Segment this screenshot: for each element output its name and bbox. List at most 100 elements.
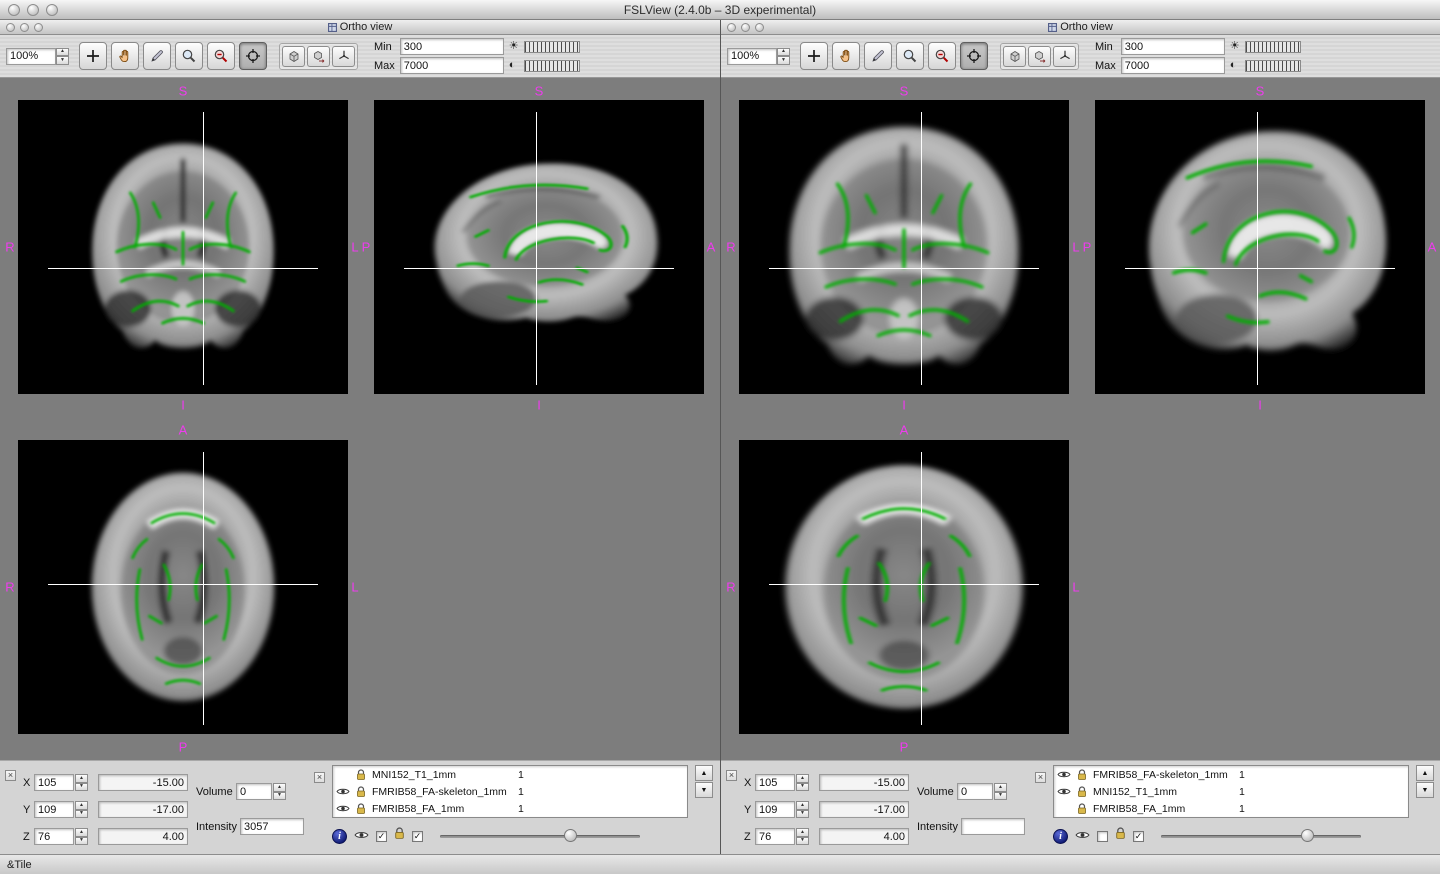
layer-row[interactable]: MNI152_T1_1mm 1 <box>333 766 687 783</box>
layer-row[interactable]: FMRIB58_FA-skeleton_1mm 1 <box>333 783 687 800</box>
lightbox-view-button[interactable] <box>307 46 330 67</box>
spin-down-icon[interactable]: ▼ <box>796 783 809 792</box>
spin-down-icon[interactable]: ▼ <box>75 810 88 819</box>
single-view-button[interactable] <box>1003 46 1026 67</box>
transparency-slider[interactable] <box>1161 828 1361 844</box>
intensity-field[interactable] <box>961 818 1025 835</box>
z-input[interactable] <box>755 828 795 845</box>
pencil-tool-button[interactable] <box>864 42 892 70</box>
spin-down-icon[interactable]: ▼ <box>994 792 1007 801</box>
spin-up-icon[interactable]: ▲ <box>777 48 790 57</box>
close-icon[interactable] <box>6 23 15 32</box>
lock-icon[interactable] <box>1115 827 1126 845</box>
layer-up-button[interactable]: ▲ <box>695 765 713 781</box>
eye-icon[interactable] <box>1057 787 1071 796</box>
lock-icon[interactable] <box>354 803 368 815</box>
spin-down-icon[interactable]: ▼ <box>796 837 809 846</box>
sagittal-view[interactable] <box>1095 100 1425 394</box>
spin-up-icon[interactable]: ▲ <box>75 828 88 837</box>
y-input[interactable] <box>755 801 795 818</box>
crosshair-mode-button[interactable] <box>960 42 988 70</box>
close-icon[interactable] <box>8 4 20 16</box>
x-mm-field[interactable] <box>98 774 188 791</box>
zoom-input[interactable] <box>727 48 777 65</box>
close-icon[interactable]: × <box>1035 772 1046 783</box>
layer-down-button[interactable]: ▼ <box>1416 782 1434 798</box>
close-icon[interactable]: × <box>726 770 737 781</box>
volume-input[interactable] <box>957 783 993 800</box>
single-view-button[interactable] <box>282 46 305 67</box>
transparency-slider[interactable] <box>440 828 640 844</box>
contrast-slider[interactable] <box>1245 60 1301 72</box>
sagittal-view[interactable] <box>374 100 704 394</box>
layer-row[interactable]: MNI152_T1_1mm 1 <box>1054 783 1408 800</box>
layer-up-button[interactable]: ▲ <box>1416 765 1434 781</box>
brightness-slider[interactable] <box>524 41 580 53</box>
layer-row[interactable]: FMRIB58_FA-skeleton_1mm 1 <box>1054 766 1408 783</box>
layer-row[interactable]: FMRIB58_FA_1mm 1 <box>1054 800 1408 817</box>
ortho-titlebar[interactable]: Ortho view <box>721 20 1440 35</box>
eye-icon[interactable] <box>1075 827 1090 845</box>
min-input[interactable] <box>400 38 504 55</box>
3d-view-button[interactable] <box>332 46 355 67</box>
lock-icon[interactable] <box>1075 786 1089 798</box>
slider-thumb[interactable] <box>564 829 577 842</box>
minimize-icon[interactable] <box>741 23 750 32</box>
ortho-titlebar[interactable]: Ortho view <box>0 20 720 35</box>
visibility-checkbox[interactable]: ✓ <box>1097 831 1108 842</box>
spin-up-icon[interactable]: ▲ <box>796 801 809 810</box>
y-input[interactable] <box>34 801 74 818</box>
eye-icon[interactable] <box>336 804 350 813</box>
cursor-tool-button[interactable] <box>800 42 828 70</box>
lock-icon[interactable] <box>354 786 368 798</box>
pan-tool-button[interactable] <box>832 42 860 70</box>
crosshair-mode-button[interactable] <box>239 42 267 70</box>
eye-icon[interactable] <box>1057 770 1071 779</box>
y-mm-field[interactable] <box>819 801 909 818</box>
overlay-list[interactable]: MNI152_T1_1mm 1 FMRIB58_FA-skeleton_1mm … <box>332 765 688 818</box>
close-icon[interactable]: × <box>5 770 16 781</box>
coronal-view[interactable] <box>18 100 348 394</box>
cursor-tool-button[interactable] <box>79 42 107 70</box>
zoom-input[interactable] <box>6 48 56 65</box>
layer-down-button[interactable]: ▼ <box>695 782 713 798</box>
spin-up-icon[interactable]: ▲ <box>273 783 286 792</box>
max-input[interactable] <box>400 57 504 74</box>
max-input[interactable] <box>1121 57 1225 74</box>
lock-checkbox[interactable]: ✓ <box>412 831 423 842</box>
close-icon[interactable]: × <box>314 772 325 783</box>
x-input[interactable] <box>34 774 74 791</box>
lock-checkbox[interactable]: ✓ <box>1133 831 1144 842</box>
x-input[interactable] <box>755 774 795 791</box>
main-titlebar[interactable]: FSLView (2.4.0b – 3D experimental) <box>0 0 1440 20</box>
intensity-field[interactable] <box>240 818 304 835</box>
zoom-icon[interactable] <box>46 4 58 16</box>
spin-down-icon[interactable]: ▼ <box>777 56 790 65</box>
zoom-icon[interactable] <box>34 23 43 32</box>
z-mm-field[interactable] <box>98 828 188 845</box>
spin-down-icon[interactable]: ▼ <box>56 56 69 65</box>
spin-up-icon[interactable]: ▲ <box>796 774 809 783</box>
spin-up-icon[interactable]: ▲ <box>75 801 88 810</box>
zoom-out-tool-button[interactable] <box>207 42 235 70</box>
x-mm-field[interactable] <box>819 774 909 791</box>
minimize-icon[interactable] <box>20 23 29 32</box>
lock-icon[interactable] <box>1075 803 1089 815</box>
volume-input[interactable] <box>236 783 272 800</box>
y-mm-field[interactable] <box>98 801 188 818</box>
close-icon[interactable] <box>727 23 736 32</box>
spin-down-icon[interactable]: ▼ <box>75 783 88 792</box>
z-mm-field[interactable] <box>819 828 909 845</box>
lock-icon[interactable] <box>394 827 405 845</box>
minimize-icon[interactable] <box>27 4 39 16</box>
zoom-in-tool-button[interactable] <box>175 42 203 70</box>
eye-icon[interactable] <box>354 827 369 845</box>
lock-icon[interactable] <box>1075 769 1089 781</box>
spin-up-icon[interactable]: ▲ <box>796 828 809 837</box>
brightness-slider[interactable] <box>1245 41 1301 53</box>
zoom-out-tool-button[interactable] <box>928 42 956 70</box>
spin-down-icon[interactable]: ▼ <box>75 837 88 846</box>
coronal-view[interactable] <box>739 100 1069 394</box>
spin-up-icon[interactable]: ▲ <box>994 783 1007 792</box>
lightbox-view-button[interactable] <box>1028 46 1051 67</box>
